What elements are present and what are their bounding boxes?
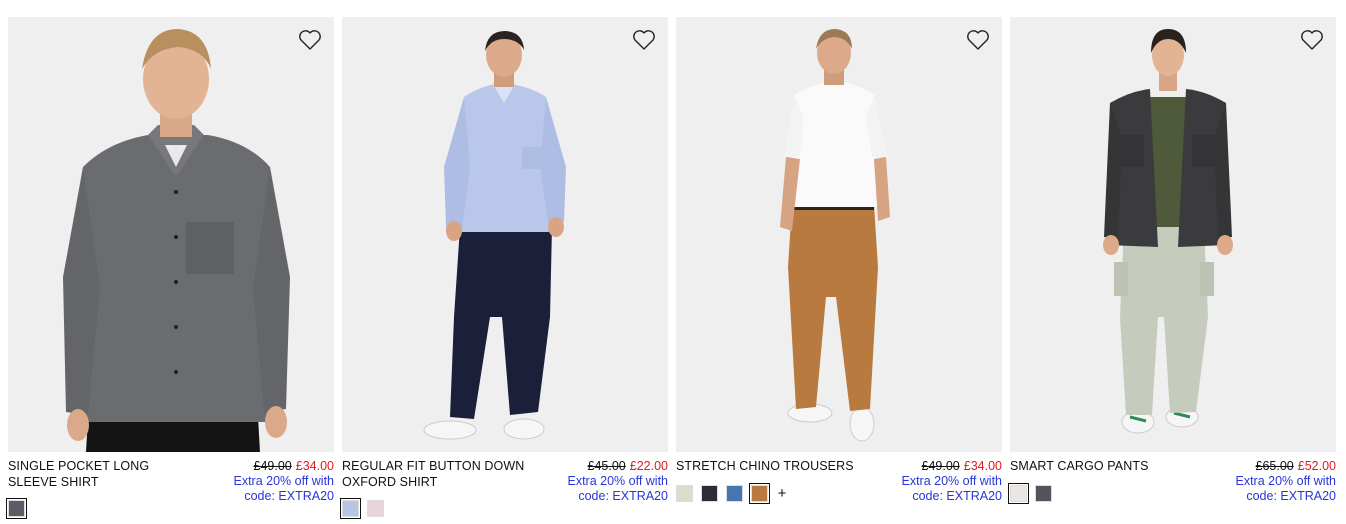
sale-price: £34.00 <box>963 459 1002 473</box>
color-swatch[interactable] <box>340 497 361 519</box>
sale-price: £52.00 <box>1297 459 1336 473</box>
promo-text: Extra 20% off with code: EXTRA20 <box>1235 474 1336 503</box>
product-image[interactable] <box>676 17 1002 452</box>
heart-outline-icon[interactable] <box>966 29 990 51</box>
price-block: £65.00 £52.00 <box>1256 458 1336 474</box>
color-swatch[interactable] <box>701 484 718 502</box>
heart-outline-icon[interactable] <box>1300 29 1324 51</box>
product-name[interactable]: SINGLE POCKET LONG SLEEVE SHIRT <box>8 458 198 490</box>
product-card[interactable]: REGULAR FIT BUTTON DOWN OXFORD SHIRT £45… <box>340 17 668 524</box>
original-price: £45.00 <box>587 459 626 473</box>
color-swatch[interactable] <box>676 484 693 502</box>
heart-outline-icon[interactable] <box>632 29 656 51</box>
color-swatch[interactable] <box>749 482 770 504</box>
original-price: £49.00 <box>921 459 960 473</box>
color-swatch[interactable] <box>367 499 384 517</box>
product-image[interactable] <box>8 17 334 452</box>
sale-price: £34.00 <box>295 459 334 473</box>
color-swatches <box>6 497 27 519</box>
product-image[interactable] <box>1010 17 1336 452</box>
product-info: SMART CARGO PANTS £65.00 £52.00 Extra 20%… <box>1010 458 1336 503</box>
color-swatch[interactable] <box>1008 482 1029 504</box>
product-image[interactable] <box>342 17 668 452</box>
model-photo <box>1010 17 1336 452</box>
product-name[interactable]: REGULAR FIT BUTTON DOWN OXFORD SHIRT <box>342 458 532 490</box>
model-photo <box>8 17 334 452</box>
original-price: £49.00 <box>253 459 292 473</box>
original-price: £65.00 <box>1255 459 1294 473</box>
product-name[interactable]: STRETCH CHINO TROUSERS <box>676 458 866 474</box>
color-swatches: + <box>676 482 788 504</box>
product-name[interactable]: SMART CARGO PANTS <box>1010 458 1200 474</box>
promo-text: Extra 20% off with code: EXTRA20 <box>233 474 334 503</box>
product-card[interactable]: SINGLE POCKET LONG SLEEVE SHIRT £49.00 £3… <box>6 17 334 524</box>
price-block: £49.00 £34.00 <box>254 458 334 474</box>
sale-price: £22.00 <box>629 459 668 473</box>
heart-outline-icon[interactable] <box>298 29 322 51</box>
product-grid: SINGLE POCKET LONG SLEEVE SHIRT £49.00 £3… <box>6 17 1336 524</box>
promo-text: Extra 20% off with code: EXTRA20 <box>901 474 1002 503</box>
more-colors-button[interactable]: + <box>776 485 788 502</box>
product-info: REGULAR FIT BUTTON DOWN OXFORD SHIRT £45… <box>342 458 668 503</box>
product-card[interactable]: SMART CARGO PANTS £65.00 £52.00 Extra 20%… <box>1008 17 1336 524</box>
model-photo <box>342 17 668 452</box>
color-swatch[interactable] <box>6 497 27 519</box>
product-card[interactable]: STRETCH CHINO TROUSERS £49.00 £34.00 Extr… <box>676 17 1002 524</box>
price-block: £45.00 £22.00 <box>588 458 668 474</box>
promo-text: Extra 20% off with code: EXTRA20 <box>567 474 668 503</box>
price-block: £49.00 £34.00 <box>922 458 1002 474</box>
model-photo <box>676 17 1002 452</box>
color-swatch[interactable] <box>1035 484 1052 502</box>
color-swatch[interactable] <box>726 484 743 502</box>
color-swatches <box>340 497 384 519</box>
product-info: SINGLE POCKET LONG SLEEVE SHIRT £49.00 £3… <box>8 458 334 503</box>
color-swatches <box>1008 482 1052 504</box>
